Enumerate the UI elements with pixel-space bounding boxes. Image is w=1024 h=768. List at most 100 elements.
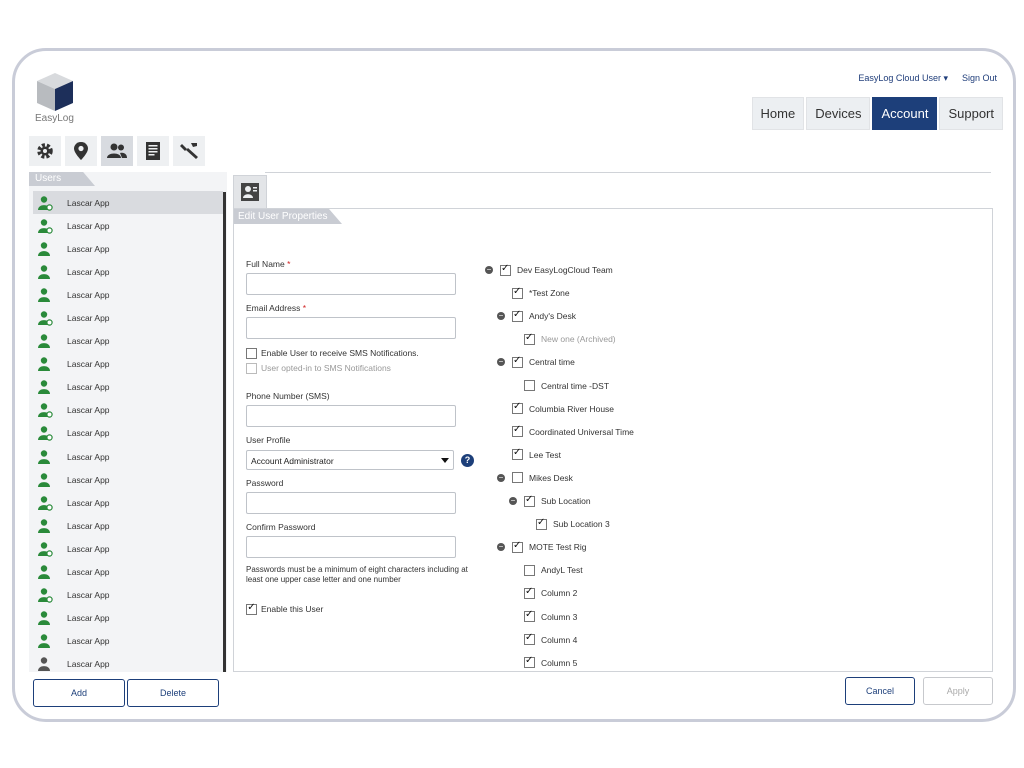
user-list-item[interactable]: Lascar App	[33, 607, 223, 630]
cancel-button[interactable]: Cancel	[845, 677, 915, 705]
user-list-item[interactable]: Lascar App	[33, 422, 223, 445]
phone-label: Phone Number (SMS)	[246, 391, 330, 401]
nav-support[interactable]: Support	[939, 97, 1003, 130]
sign-out-link[interactable]: Sign Out	[962, 73, 997, 84]
tree-node-label: New one (Archived)	[541, 334, 616, 345]
tree-node: Column 2	[524, 586, 577, 599]
tree-node: New one (Archived)	[524, 332, 616, 345]
locations-tool[interactable]	[65, 136, 97, 166]
collapse-icon[interactable]: −	[485, 266, 493, 274]
location-pin-icon	[74, 142, 88, 160]
user-list-item[interactable]: Lascar App	[33, 214, 223, 237]
section-toolbar	[29, 136, 205, 166]
user-profile-select[interactable]: Account Administrator	[246, 450, 454, 470]
tree-node: Sub Location 3	[536, 517, 610, 530]
tree-checkbox[interactable]	[512, 401, 523, 415]
tree-node: − Central time	[497, 355, 575, 368]
user-icon	[38, 588, 53, 603]
enable-user-checkbox[interactable]	[246, 604, 257, 615]
required-marker: *	[302, 303, 307, 313]
tree-node-label: Lee Test	[529, 449, 561, 460]
confirm-password-field[interactable]	[246, 536, 456, 558]
tree-checkbox[interactable]	[524, 380, 535, 391]
tree-checkbox[interactable]	[500, 263, 511, 276]
collapse-icon[interactable]: −	[497, 473, 505, 482]
tree-checkbox[interactable]	[524, 494, 535, 507]
user-list-item[interactable]: Lascar App	[33, 491, 223, 514]
tools-tool[interactable]	[173, 136, 205, 166]
password-field[interactable]	[246, 492, 456, 514]
tree-checkbox[interactable]	[524, 564, 535, 576]
user-list-item[interactable]: Lascar App	[33, 306, 223, 329]
user-list-item[interactable]: Lascar App	[33, 353, 223, 376]
tree-checkbox[interactable]	[524, 609, 535, 622]
sms-optin-checkbox	[246, 363, 257, 374]
user-properties-tab[interactable]	[233, 175, 267, 209]
user-list-item[interactable]: Lascar App	[33, 399, 223, 422]
tree-checkbox[interactable]	[512, 355, 523, 368]
users-scrollbar[interactable]	[223, 192, 226, 672]
tree-checkbox[interactable]	[536, 517, 547, 530]
user-icon	[38, 611, 50, 626]
tree-checkbox[interactable]	[512, 540, 523, 553]
help-icon[interactable]: ?	[461, 454, 474, 467]
tree-checkbox[interactable]	[512, 472, 523, 484]
sms-enable-checkbox[interactable]	[246, 348, 257, 359]
user-list-item[interactable]: Lascar App	[33, 584, 223, 607]
reports-tool[interactable]	[137, 136, 169, 166]
tree-checkbox[interactable]	[524, 586, 535, 599]
user-menu[interactable]: EasyLog Cloud User ▾	[858, 73, 948, 84]
tree-node-label: Dev EasyLogCloud Team	[517, 265, 613, 275]
nav-account[interactable]: Account	[872, 97, 938, 130]
user-list-item[interactable]: Lascar App	[33, 468, 223, 491]
collapse-icon[interactable]: −	[497, 312, 505, 321]
add-user-button[interactable]: Add	[33, 679, 125, 707]
tree-node-label: Central time -DST	[541, 380, 610, 391]
collapse-icon[interactable]: −	[497, 543, 505, 552]
email-field[interactable]	[246, 317, 456, 339]
wrench-icon	[180, 143, 198, 159]
user-list-item[interactable]: Lascar App	[33, 260, 223, 283]
apply-button: Apply	[923, 677, 993, 705]
user-list-item[interactable]: Lascar App	[33, 191, 223, 215]
tree-node-label: Column 4	[541, 634, 578, 645]
settings-tool[interactable]	[29, 136, 61, 166]
user-list-item[interactable]: Lascar App	[33, 537, 223, 560]
collapse-icon[interactable]: −	[497, 358, 505, 367]
edit-user-panel: Edit User Properties Full Name * Email A…	[233, 208, 993, 672]
user-icon	[38, 634, 50, 649]
full-name-field[interactable]	[246, 273, 456, 295]
user-card-icon	[241, 183, 259, 201]
user-name: Lascar App	[67, 659, 110, 670]
tree-checkbox[interactable]	[512, 309, 523, 322]
collapse-icon[interactable]: −	[509, 497, 517, 505]
user-name: Lascar App	[67, 543, 110, 554]
user-list-item[interactable]: Lascar App	[33, 445, 223, 468]
tree-checkbox[interactable]	[512, 424, 523, 438]
tree-checkbox[interactable]	[524, 632, 535, 646]
tree-node: Lee Test	[512, 447, 561, 461]
user-list-item[interactable]: Lascar App	[33, 283, 223, 306]
users-tool[interactable]	[101, 136, 133, 166]
user-name: Lascar App	[67, 289, 110, 300]
user-list-item[interactable]: Lascar App	[33, 630, 223, 653]
user-icon	[38, 403, 53, 419]
tree-checkbox[interactable]	[512, 447, 523, 461]
phone-field[interactable]	[246, 405, 456, 427]
delete-user-button[interactable]: Delete	[127, 679, 219, 707]
user-list-item[interactable]: Lascar App	[33, 376, 223, 399]
user-list-item[interactable]: Lascar App	[33, 514, 223, 537]
user-list-item[interactable]: Lascar App	[33, 330, 223, 353]
nav-home[interactable]: Home	[751, 97, 805, 130]
user-icon	[38, 496, 53, 511]
tree-checkbox[interactable]	[524, 655, 535, 669]
tree-node-label: Andy's Desk	[529, 311, 576, 322]
user-list-item[interactable]: Lascar App	[33, 237, 223, 260]
nav-devices[interactable]: Devices	[806, 97, 871, 130]
password-label: Password	[246, 478, 284, 488]
user-name: Lascar App	[67, 220, 110, 231]
user-list-item[interactable]: Lascar App	[33, 561, 223, 584]
user-icon	[38, 357, 50, 372]
tree-checkbox[interactable]	[512, 286, 523, 299]
user-list-item[interactable]: Lascar App	[33, 653, 223, 673]
